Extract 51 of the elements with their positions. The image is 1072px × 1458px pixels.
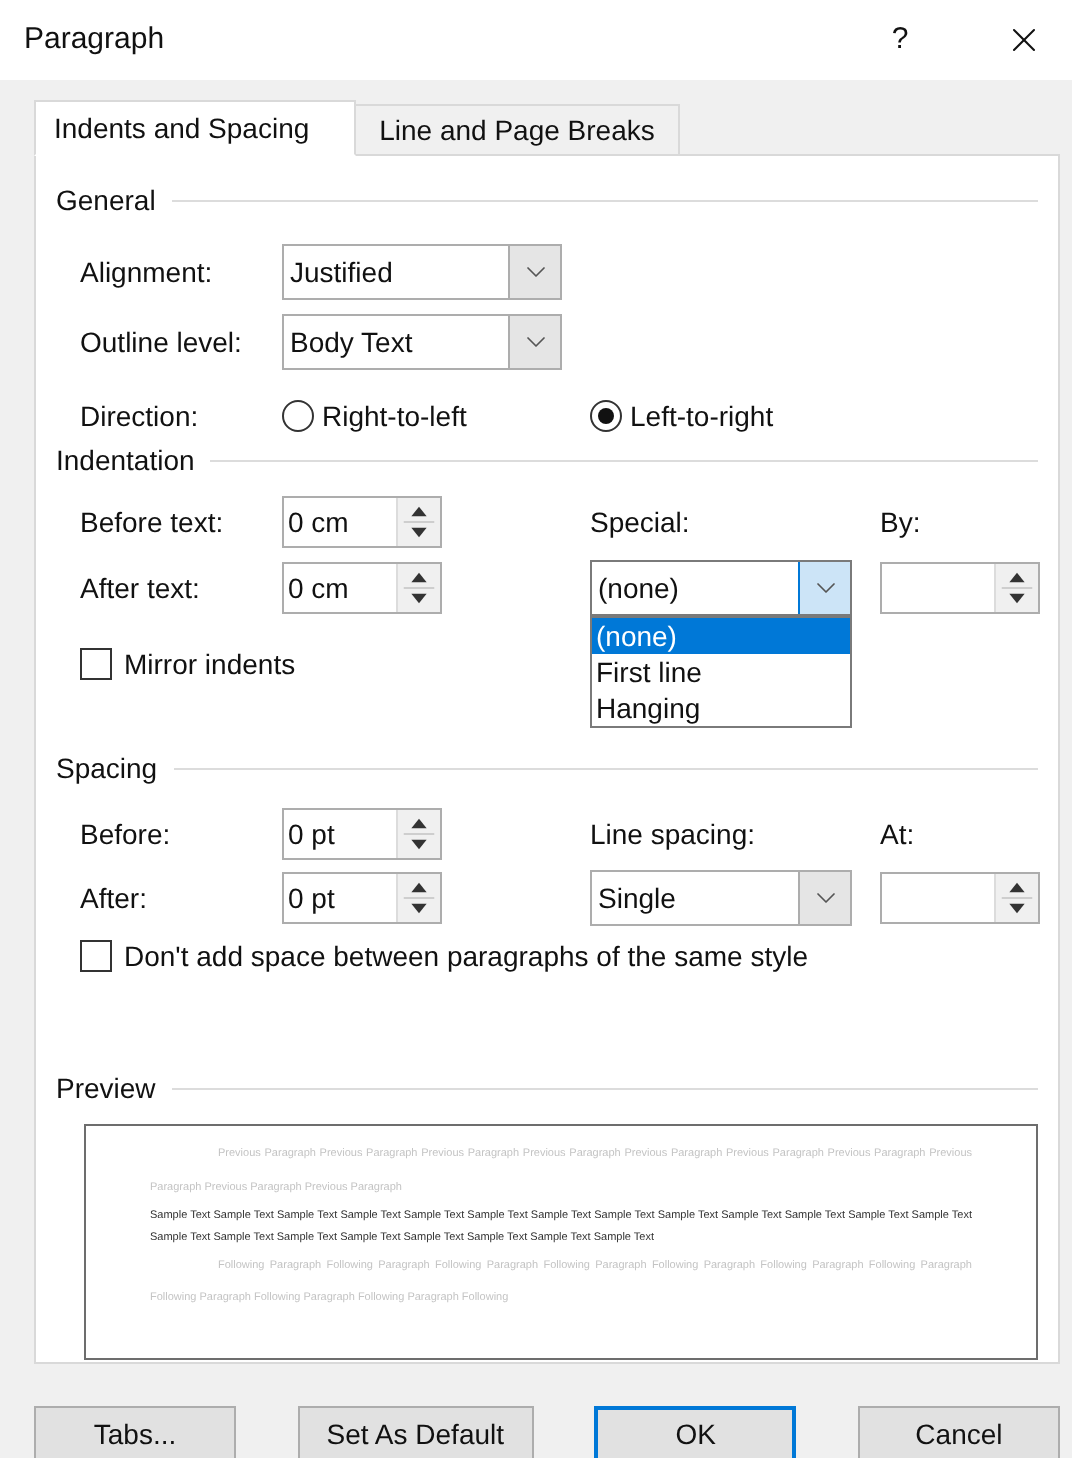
field-label: At: xyxy=(880,815,915,853)
spin-field[interactable]: 0 cm xyxy=(282,562,442,614)
tab[interactable]: Indents and Spacing xyxy=(34,100,356,156)
spin-arrows-icon[interactable] xyxy=(396,874,440,922)
spin-arrows-icon[interactable] xyxy=(994,564,1038,612)
dialog-button[interactable]: Cancel xyxy=(857,1406,1060,1458)
section-heading: Preview xyxy=(56,1069,158,1107)
dropdown-field[interactable]: (none) xyxy=(590,560,852,616)
help-button[interactable]: ? xyxy=(876,17,924,63)
radio-label[interactable]: Left-to-right xyxy=(630,395,774,437)
field-label: After text: xyxy=(80,569,202,607)
window-title: Paragraph xyxy=(24,19,167,60)
spin-field[interactable]: 0 cm xyxy=(282,496,442,548)
checkbox[interactable] xyxy=(80,648,112,680)
checkbox-label[interactable]: Don't add space between paragraphs of the same style xyxy=(124,935,808,977)
section-heading: Indentation xyxy=(56,441,197,479)
dropdown-field[interactable]: Single xyxy=(590,870,852,926)
field-label: Alignment: xyxy=(80,253,215,292)
radio-button[interactable] xyxy=(282,400,314,432)
chevron-down-icon[interactable] xyxy=(798,562,850,614)
spin-arrows-icon[interactable] xyxy=(396,498,440,546)
radio-button[interactable] xyxy=(590,400,622,432)
dialog-button[interactable]: OK xyxy=(594,1406,797,1458)
field-label: Before text: xyxy=(80,503,226,541)
spin-field[interactable]: 0 pt xyxy=(282,872,442,924)
field-label: By: xyxy=(880,503,921,542)
dropdown-field[interactable]: Body Text xyxy=(282,314,562,370)
spin-arrows-icon[interactable] xyxy=(396,810,440,858)
section-heading: General xyxy=(56,181,158,219)
spin-field[interactable] xyxy=(880,562,1040,614)
dropdown-option[interactable]: (none) xyxy=(592,618,850,654)
dropdown-field[interactable]: Justified xyxy=(282,244,562,300)
dialog-button[interactable]: Tabs... xyxy=(34,1406,236,1458)
field-label: Special: xyxy=(590,503,692,542)
field-label: Before: xyxy=(80,815,173,853)
tab[interactable]: Line and Page Breaks xyxy=(356,104,680,156)
spin-field[interactable] xyxy=(880,872,1040,924)
dropdown-option[interactable]: Hanging xyxy=(592,690,850,726)
radio-label[interactable]: Right-to-left xyxy=(322,395,467,437)
spin-arrows-icon[interactable] xyxy=(396,564,440,612)
dialog-button[interactable]: Set As Default xyxy=(297,1406,534,1458)
field-label: Line spacing: xyxy=(590,815,758,854)
spin-arrows-icon[interactable] xyxy=(994,874,1038,922)
spin-field[interactable]: 0 pt xyxy=(282,808,442,860)
dropdown-option[interactable]: First line xyxy=(592,654,850,690)
field-label: After: xyxy=(80,879,149,917)
field-label: Outline level: xyxy=(80,323,244,361)
field-label: Direction: xyxy=(80,397,201,435)
checkbox-label[interactable]: Mirror indents xyxy=(124,643,296,685)
checkbox[interactable] xyxy=(80,940,112,972)
section-heading: Spacing xyxy=(56,749,160,788)
